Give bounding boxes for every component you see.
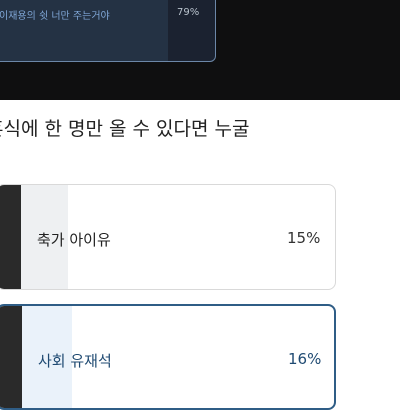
previous-poll-panel: 이재용의 쉿 너만 주는거야 79% bbox=[0, 0, 400, 100]
poll-option-yoo-jaesuk[interactable]: 사회 유재석 16% bbox=[0, 304, 336, 410]
poll-option-iu[interactable]: 축가 아이유 15% bbox=[0, 184, 336, 290]
poll-question-line-1: 혼식에 한 명만 올 수 있다면 누굴 bbox=[0, 118, 250, 140]
previous-poll-percent: 79% bbox=[177, 7, 200, 18]
poll-option-percent: 16% bbox=[288, 350, 322, 368]
option-photo bbox=[0, 306, 22, 408]
poll-question: 혼식에 한 명만 올 수 있다면 누굴 ? bbox=[0, 116, 400, 170]
poll-option-percent: 15% bbox=[287, 229, 321, 247]
poll-option-label: 축가 아이유 bbox=[37, 231, 111, 249]
poll-option-label: 사회 유재석 bbox=[38, 352, 112, 370]
previous-poll-option-label: 이재용의 쉿 너만 주는거야 bbox=[0, 11, 110, 22]
previous-poll-option[interactable]: 이재용의 쉿 너만 주는거야 79% bbox=[0, 0, 216, 62]
option-photo bbox=[0, 185, 21, 289]
